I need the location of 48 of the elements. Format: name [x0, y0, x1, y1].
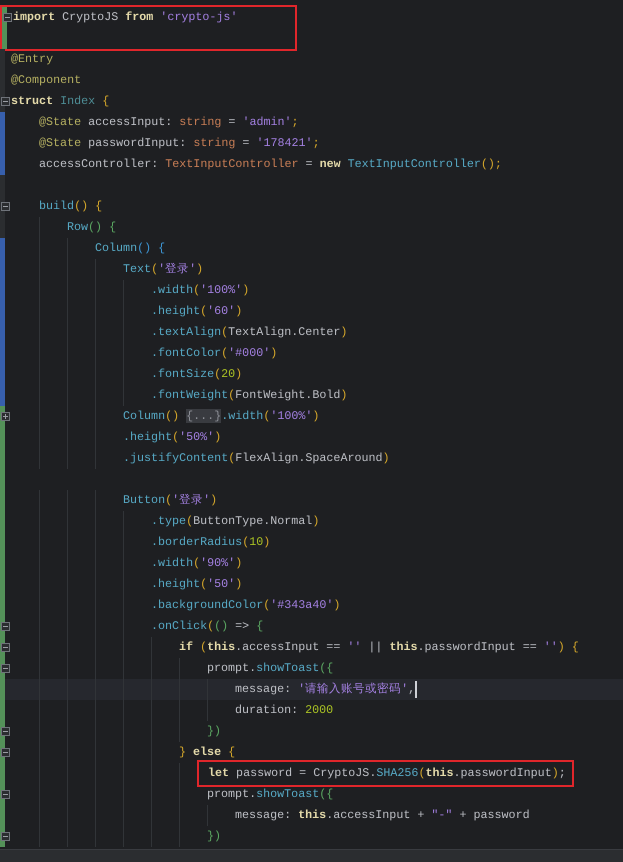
code-line: .height('50'): [151, 576, 242, 593]
code-line: prompt.showToast({: [207, 786, 334, 803]
code-line: }): [207, 723, 222, 740]
fold-collapse-icon[interactable]: [1, 202, 10, 211]
fold-collapse-icon[interactable]: [1, 790, 10, 799]
code-line: @Entry: [11, 51, 54, 68]
code-line: @State passwordInput: string = '178421';: [39, 135, 320, 152]
code-line: .fontWeight(FontWeight.Bold): [151, 387, 348, 404]
code-line: accessController: TextInputController = new TextInputController();: [39, 156, 502, 173]
code-line: import CryptoJS from 'crypto-js': [13, 9, 238, 26]
fold-collapse-icon[interactable]: [1, 97, 10, 106]
code-line: }): [207, 828, 222, 845]
code-line: build() {: [39, 198, 102, 215]
code-line: .fontSize(20): [151, 366, 242, 383]
text-cursor: [415, 681, 418, 698]
code-line: Text('登录'): [123, 261, 204, 278]
code-line: message: '请输入账号或密码',: [235, 681, 416, 698]
code-line: .width('100%'): [151, 282, 250, 299]
code-line: if (this.accessInput == '' || this.passwordInput == '') {: [179, 639, 579, 656]
fold-collapse-icon[interactable]: [3, 13, 12, 22]
code-line: .onClick(() => {: [151, 618, 264, 635]
fold-collapse-icon[interactable]: [1, 643, 10, 652]
code-line: prompt.showToast({: [207, 660, 334, 677]
code-line: .fontColor('#000'): [151, 345, 278, 362]
code-line: .backgroundColor('#343a40'): [151, 597, 340, 614]
fold-collapse-icon[interactable]: [1, 664, 10, 673]
code-line: Row() {: [67, 219, 116, 236]
code-line: @State accessInput: string = 'admin';: [39, 114, 299, 131]
code-line: message: this.accessInput + "-" + password: [235, 807, 530, 824]
fold-expand-icon[interactable]: [1, 412, 10, 421]
fold-collapse-icon[interactable]: [1, 832, 10, 841]
code-line: .type(ButtonType.Normal): [151, 513, 320, 530]
code-line: @Component: [11, 72, 82, 89]
fold-collapse-icon[interactable]: [1, 748, 10, 757]
code-line: .height('60'): [151, 303, 242, 320]
code-line: .width('90%'): [151, 555, 242, 572]
code-line: .textAlign(TextAlign.Center): [151, 324, 348, 341]
code-line: Button('登录'): [123, 492, 218, 509]
code-line: Column() {...}.width('100%'): [123, 408, 320, 425]
code-line: struct Index {: [11, 93, 110, 110]
fold-collapse-icon[interactable]: [1, 727, 10, 736]
code-line: .justifyContent(FlexAlign.SpaceAround): [123, 450, 390, 467]
code-line: .borderRadius(10): [151, 534, 270, 551]
code-line: } else {: [179, 744, 236, 761]
code-line: duration: 2000: [235, 702, 334, 719]
code-line: Column() {: [95, 240, 166, 257]
fold-collapse-icon[interactable]: [1, 622, 10, 631]
code-line: .height('50%'): [123, 429, 222, 446]
